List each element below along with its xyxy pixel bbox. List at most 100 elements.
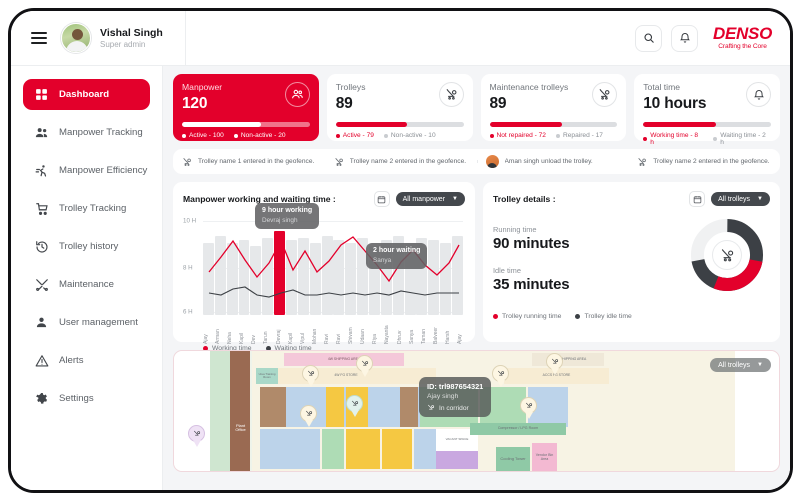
kpi-legend-label: Waiting time - 2 h	[720, 132, 766, 146]
x-tick: Ravi	[323, 333, 330, 344]
kpi-progress	[489, 122, 618, 127]
ticker-item[interactable]: Trolley name 2 entered in the geofence.	[325, 157, 477, 167]
runner-icon	[34, 163, 49, 178]
tooltip-status-text: In corridor	[439, 404, 469, 412]
sidebar-item-label: Dashboard	[59, 89, 110, 100]
kpi-legend-label: Not repaired - 72	[496, 132, 546, 139]
sidebar-item-manpower-tracking[interactable]: Manpower Tracking	[23, 117, 150, 148]
calendar-button[interactable]	[689, 191, 706, 207]
x-tick: Neha	[227, 332, 234, 344]
trolley-icon	[525, 402, 532, 407]
calendar-button[interactable]	[373, 191, 390, 207]
map-pin-trolley[interactable]	[520, 397, 537, 419]
map-pin-trolley[interactable]	[546, 353, 563, 375]
trolley-filter-select[interactable]: All trolleys ▼	[711, 192, 770, 206]
brand-logo: DENSO Crafting the Core	[713, 25, 772, 51]
map-pin-trolley[interactable]	[300, 405, 317, 427]
sidebar-item-trolley-tracking[interactable]: Trolley Tracking	[23, 193, 150, 224]
kpi-card-maintenance-trolleys[interactable]: Maintenance trolleys 89 Not repaired - 7…	[480, 74, 627, 141]
x-tick: Ajay	[456, 334, 463, 344]
x-tick: Kapil	[239, 332, 246, 344]
sidebar-item-user-management[interactable]: User management	[23, 307, 150, 338]
y-axis-label: 6 H	[183, 308, 193, 316]
x-tick: Vipul	[299, 332, 306, 344]
map-pin-trolley[interactable]	[188, 425, 205, 447]
trolley-icon	[361, 360, 368, 365]
sidebar-item-label: Manpower Efficiency	[59, 165, 148, 176]
panels-row: Manpower working and waiting time : All …	[173, 182, 780, 352]
x-tick: Taman	[420, 328, 427, 344]
trolley-details-panel: Trolley details : All trolleys ▼ Running…	[483, 182, 780, 342]
x-tick: Riya	[372, 333, 379, 344]
map-pin-trolley[interactable]	[346, 395, 363, 417]
kpi-card-manpower[interactable]: Manpower 120 Active - 100 Non-active - 2…	[173, 74, 319, 141]
map-tooltip: ID: trl987654321 Ajay singh In corridor	[419, 377, 492, 417]
history-icon	[34, 239, 49, 254]
sidebar-item-label: Maintenance	[59, 279, 114, 290]
map-filter-value: All trolleys	[718, 361, 751, 369]
plot-area: 9 hour working Devraj singh 2 hour waiti…	[203, 203, 463, 315]
sidebar-item-alerts[interactable]: Alerts	[23, 345, 150, 376]
people-icon	[284, 82, 310, 107]
tooltip-name: Ajay singh	[427, 393, 459, 400]
hamburger-icon[interactable]	[31, 29, 47, 47]
map-pin-trolley[interactable]	[302, 365, 319, 387]
map-zone: 4W FG STORE	[256, 368, 436, 384]
tooltip-subtitle: Devraj singh	[262, 216, 298, 224]
chevron-down-icon: ▼	[452, 196, 458, 202]
main-content: Manpower 120 Active - 100 Non-active - 2…	[163, 66, 790, 490]
ticker-text: Aman singh unload the trolley.	[504, 158, 593, 165]
kpi-legend-item: Active - 100	[182, 132, 224, 139]
map-zone: Plant Office	[235, 422, 246, 432]
facility-map[interactable]: 4W SHIPPING AREA ACCS SHIPPING AREA 4W F…	[173, 350, 780, 472]
sidebar-item-dashboard[interactable]: Dashboard	[23, 79, 150, 110]
calendar-icon	[693, 195, 701, 203]
brand-tagline: Crafting the Core	[718, 43, 767, 51]
sidebar-item-settings[interactable]: Settings	[23, 383, 150, 414]
notifications-button[interactable]	[671, 24, 699, 52]
map-filter-select[interactable]: All trolleys ▼	[710, 358, 771, 372]
search-button[interactable]	[635, 24, 663, 52]
ticker-item[interactable]: Trolley name 2 entered in the geofence.	[628, 157, 780, 167]
kpi-card-trolleys[interactable]: Trolleys 89 Active - 79 Non-active - 10	[326, 74, 473, 141]
map-pin-trolley[interactable]	[492, 365, 509, 387]
sidebar-item-trolley-history[interactable]: Trolley history	[23, 231, 150, 262]
device-frame: Vishal Singh Super admin DENSO Crafting …	[8, 8, 793, 493]
map-pin-trolley[interactable]	[356, 355, 373, 377]
trolley-icon	[305, 410, 312, 415]
x-tick: Harsh	[444, 330, 451, 344]
ticker-item[interactable]: Trolley name 1 entered in the geofence.	[173, 157, 325, 167]
ticker-item[interactable]: Aman singh unload the trolley.	[476, 155, 629, 168]
x-tick: Sanya	[408, 329, 415, 344]
bell-icon	[679, 33, 690, 43]
manpower-filter-value: All manpower	[402, 195, 446, 203]
tooltip-title: 2 hour waiting	[373, 247, 421, 254]
sidebar-item-manpower-efficiency[interactable]: Manpower Efficiency	[23, 155, 150, 186]
trolley-icon	[307, 370, 314, 375]
manpower-chart-panel: Manpower working and waiting time : All …	[173, 182, 475, 352]
avatar[interactable]	[61, 23, 91, 53]
kpi-legend-label: Working time - 8 h	[650, 132, 699, 146]
sidebar-item-label: Trolley history	[59, 241, 119, 252]
bell-icon	[746, 82, 771, 107]
kpi-card-total-time[interactable]: Total time 10 hours Working time - 8 h W…	[634, 74, 780, 146]
trolley-icon	[351, 400, 358, 405]
kpi-legend-label: Non-active - 20	[240, 132, 286, 139]
x-tick: Mohan	[311, 328, 318, 344]
y-axis-label: 10 H	[183, 217, 197, 225]
brand-name: DENSO	[713, 24, 772, 44]
user-name: Vishal Singh	[100, 26, 163, 39]
sidebar-item-maintenance[interactable]: Maintenance	[23, 269, 150, 300]
x-tick: Udaan	[360, 329, 367, 344]
manpower-filter-select[interactable]: All manpower ▼	[395, 192, 465, 206]
trolley-icon	[183, 157, 191, 166]
kpi-legend-item: Waiting time - 2 h	[713, 132, 771, 146]
sidebar-item-label: Alerts	[59, 355, 84, 366]
ticker-text: Trolley name 2 entered in the geofence.	[349, 158, 467, 165]
map-zone: Compressor / LPG Room	[470, 423, 566, 435]
ticker-text: Trolley name 2 entered in the geofence.	[653, 158, 770, 165]
y-axis-label: 8 H	[183, 264, 193, 272]
x-tick: Dhruv	[396, 330, 403, 344]
header-divider	[184, 11, 186, 66]
donut-legend: Trolley running time Trolley idle time	[493, 313, 770, 320]
